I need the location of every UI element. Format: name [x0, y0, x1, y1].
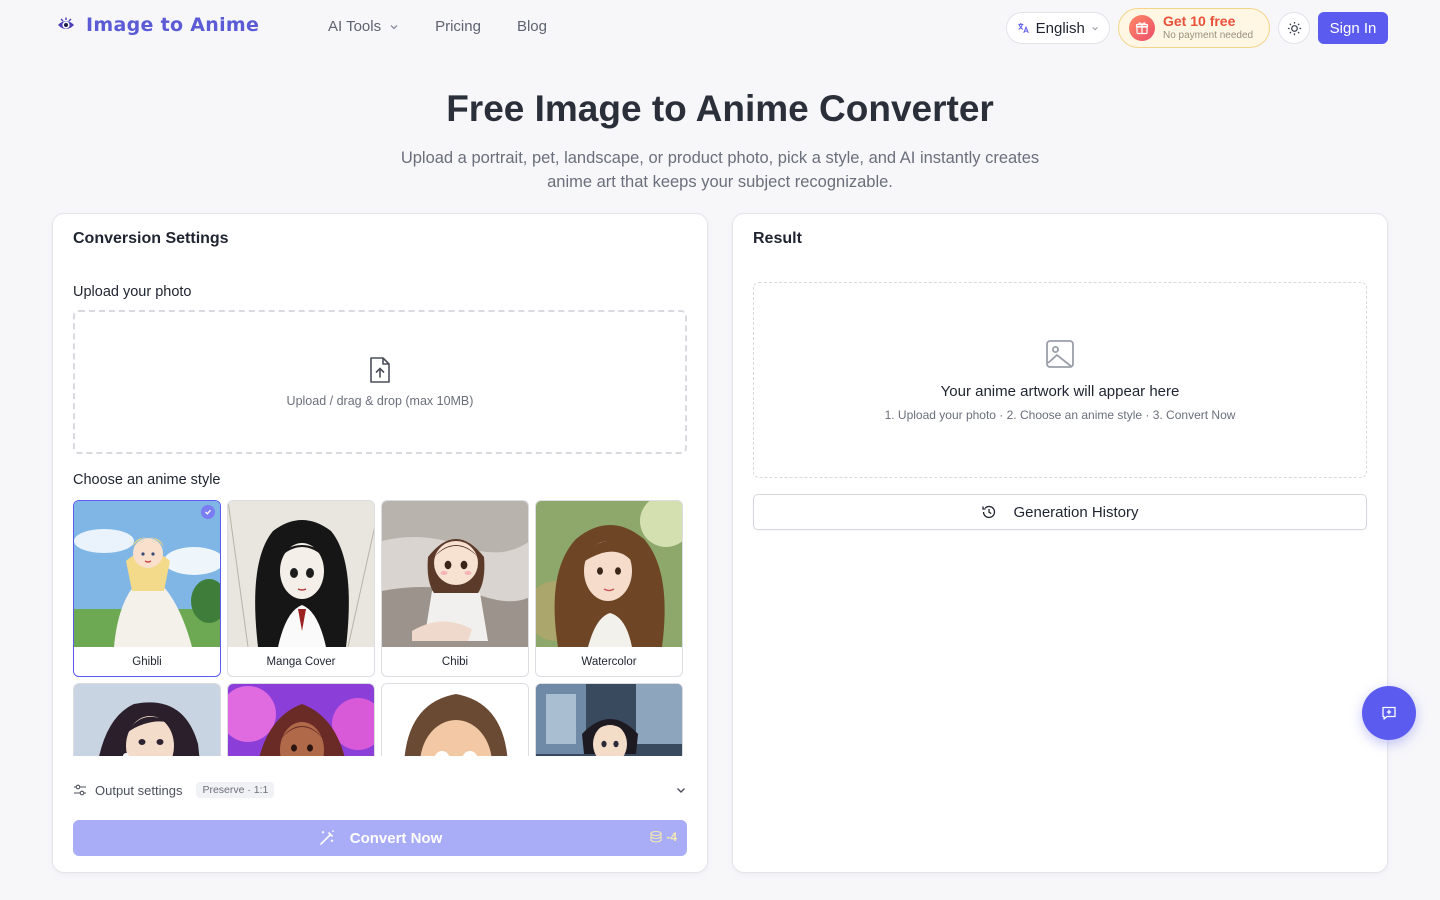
sliders-icon	[74, 784, 86, 796]
generation-history-label: Generation History	[1013, 503, 1139, 521]
chat-plus-icon	[1382, 706, 1396, 720]
output-settings-label: Output settings	[95, 782, 183, 798]
page-title: Free Image to Anime Converter	[446, 88, 994, 129]
nav-ai-tools-label: AI Tools	[328, 18, 382, 35]
theme-toggle-button[interactable]	[1278, 12, 1310, 44]
output-settings-badge: Preserve · 1:1	[196, 782, 275, 798]
style-name-ghibli: Ghibli	[132, 656, 162, 668]
style-label: Choose an anime style	[73, 472, 221, 488]
logo[interactable]: Image to Anime	[56, 14, 259, 36]
upload-dropzone[interactable]: Upload / drag & drop (max 10MB)	[73, 310, 687, 454]
upload-label: Upload your photo	[73, 284, 192, 300]
nav-blog[interactable]: Blog	[517, 18, 547, 35]
placeholder-steps: 1. Upload your photo · 2. Choose an anim…	[884, 407, 1236, 422]
subtitle-line-2: anime art that keeps your subject recogn…	[547, 173, 893, 191]
style-thumbnail-6	[228, 684, 374, 756]
nav-pricing[interactable]: Pricing	[435, 18, 481, 35]
nav-pricing-label: Pricing	[435, 18, 481, 35]
style-thumbnail-7	[382, 684, 528, 756]
style-card-8[interactable]	[535, 683, 683, 756]
magic-wand-icon	[319, 830, 334, 845]
style-thumbnail-manga-cover	[228, 501, 374, 647]
feedback-chat-button[interactable]	[1362, 686, 1416, 740]
subtitle-line-1: Upload a portrait, pet, landscape, or pr…	[400, 149, 1040, 167]
page-subtitle: Upload a portrait, pet, landscape, or pr…	[370, 146, 1070, 194]
upload-hint: Upload / drag & drop (max 10MB)	[286, 394, 474, 408]
style-card-ghibli[interactable]: Ghibli	[73, 500, 221, 677]
style-card-7[interactable]	[381, 683, 529, 756]
style-name-manga-cover: Manga Cover	[266, 656, 336, 668]
output-settings-toggle[interactable]: Output settings Preserve · 1:1	[73, 780, 687, 800]
history-icon	[982, 505, 996, 519]
image-placeholder-icon	[1046, 339, 1074, 368]
language-selector[interactable]: English	[1006, 12, 1110, 44]
style-name-watercolor: Watercolor	[581, 656, 637, 668]
style-card-watercolor[interactable]: Watercolor	[535, 500, 683, 677]
translate-icon	[1018, 23, 1029, 34]
main-nav: AI Tools Pricing Blog	[328, 18, 547, 35]
chevron-down-icon	[390, 24, 398, 29]
style-thumbnail-5	[74, 684, 220, 756]
style-thumbnail-chibi	[382, 501, 528, 647]
gift-icon	[1129, 15, 1155, 41]
style-thumbnail-watercolor	[536, 501, 682, 647]
free-credits-promo[interactable]: Get 10 free No payment needed	[1118, 8, 1270, 48]
style-thumbnail-8	[536, 684, 682, 756]
conversion-settings-panel: Conversion Settings Upload your photo Up…	[52, 213, 708, 873]
logo-text: Image to Anime	[86, 14, 260, 36]
eye-logo-icon	[58, 17, 74, 29]
style-grid: Ghibli Manga Cover Chibi Watercolor	[73, 500, 687, 756]
top-nav-bar: Image to Anime AI Tools Pricing Blog Eng…	[0, 0, 1440, 56]
convert-now-button[interactable]: Convert Now -4	[73, 820, 687, 856]
promo-title: Get 10 free	[1163, 13, 1236, 29]
result-placeholder: Your anime artwork will appear here 1. U…	[753, 282, 1367, 478]
result-title: Result	[753, 230, 802, 247]
convert-now-label: Convert Now	[349, 829, 443, 847]
style-card-manga-cover[interactable]: Manga Cover	[227, 500, 375, 677]
placeholder-title: Your anime artwork will appear here	[940, 382, 1180, 400]
sun-icon	[1287, 21, 1301, 35]
coins-icon	[650, 830, 662, 843]
style-card-5[interactable]	[73, 683, 221, 756]
result-panel: Result Your anime artwork will appear he…	[732, 213, 1388, 873]
language-label: English	[1035, 19, 1085, 37]
chevron-down-icon	[1092, 26, 1098, 30]
sign-in-button[interactable]: Sign In	[1318, 12, 1388, 44]
file-upload-icon	[370, 357, 390, 383]
style-card-6[interactable]	[227, 683, 375, 756]
promo-subtitle: No payment needed	[1163, 30, 1254, 41]
style-card-chibi[interactable]: Chibi	[381, 500, 529, 677]
credit-cost: -4	[649, 830, 677, 844]
selected-check-icon	[201, 505, 215, 519]
style-thumbnail-ghibli	[74, 501, 220, 647]
nav-ai-tools[interactable]: AI Tools	[328, 18, 399, 35]
style-name-chibi: Chibi	[441, 656, 469, 668]
settings-title: Conversion Settings	[73, 230, 229, 247]
generation-history-button[interactable]: Generation History	[753, 494, 1367, 530]
credit-cost-value: -4	[666, 830, 677, 844]
nav-blog-label: Blog	[516, 18, 547, 35]
chevron-down-icon	[677, 788, 685, 793]
